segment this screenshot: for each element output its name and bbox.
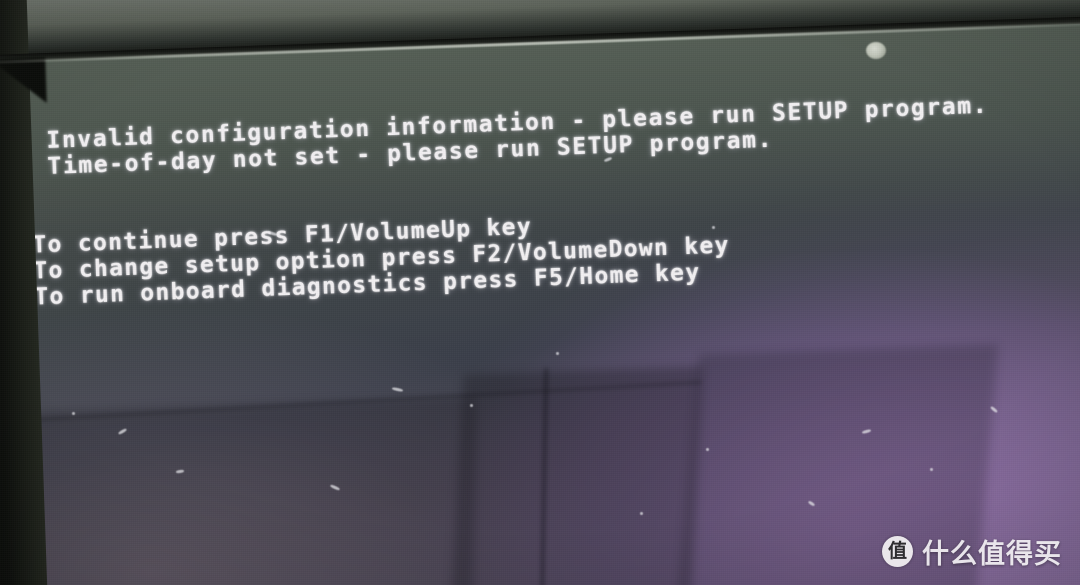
laptop-screen-panel: [0, 21, 1080, 585]
keyboard-reflection-left: [2, 396, 477, 585]
screen-top-gradient: [0, 21, 1080, 362]
reflection-edge-line: [539, 368, 548, 585]
webcam-icon: [866, 42, 886, 59]
keyboard-reflection-center: [448, 366, 703, 585]
watermark-logo-icon: 值: [882, 536, 913, 567]
reflection-horizon-line: [2, 381, 702, 423]
lid-corner-wedge: [0, 57, 47, 105]
watermark-text: 什么值得买: [922, 539, 1062, 570]
watermark: 值 什么值得买: [882, 532, 1062, 571]
laptop-bios-screen-photo: Invalid configuration information - plea…: [0, 0, 1080, 585]
